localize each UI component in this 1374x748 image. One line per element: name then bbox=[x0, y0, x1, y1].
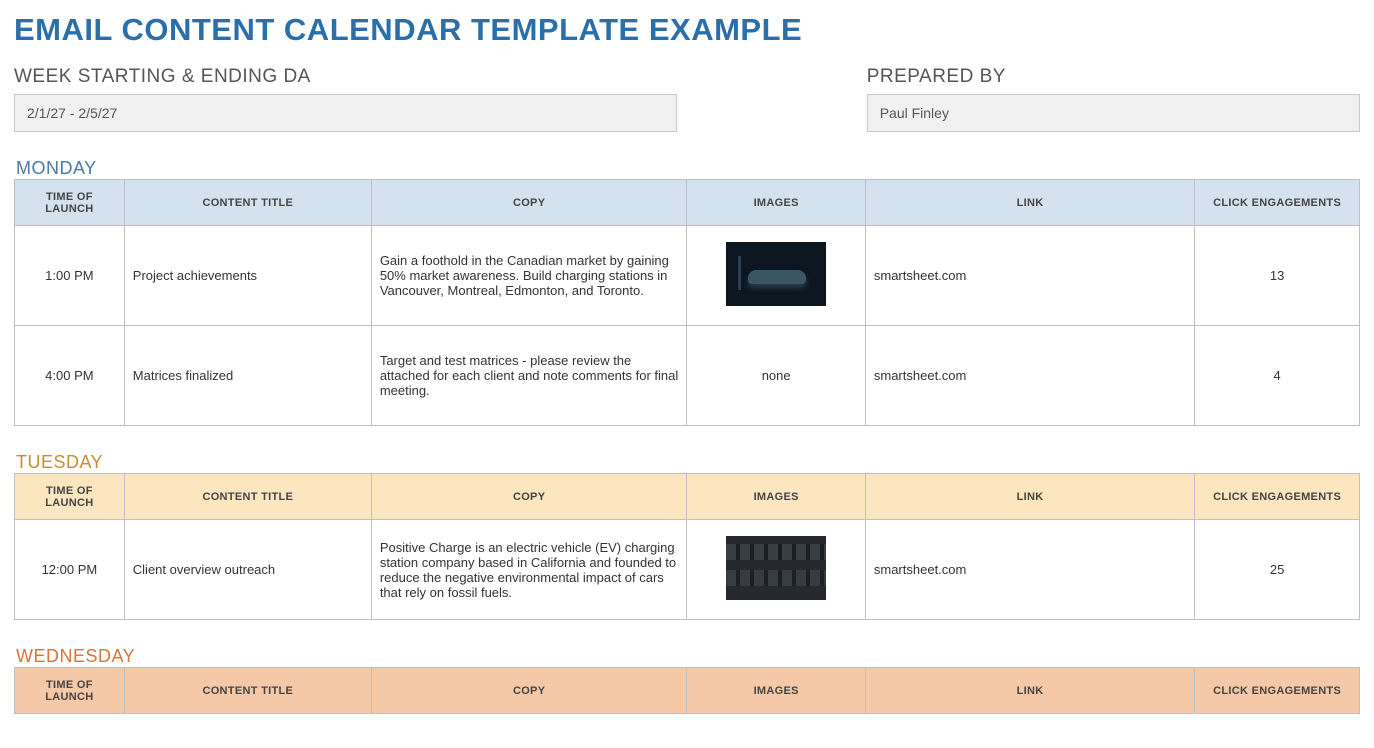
day-label-monday: MONDAY bbox=[14, 154, 1360, 179]
table-monday: TIME OF LAUNCHCONTENT TITLECOPYIMAGESLIN… bbox=[14, 179, 1360, 426]
cell-time: 1:00 PM bbox=[15, 226, 125, 326]
col-header-images: IMAGES bbox=[687, 474, 865, 520]
week-block: WEEK STARTING & ENDING DA bbox=[14, 66, 677, 132]
cell-title: Matrices finalized bbox=[124, 326, 371, 426]
cell-link[interactable]: smartsheet.com bbox=[865, 326, 1194, 426]
col-header-time: TIME OF LAUNCH bbox=[15, 474, 125, 520]
col-header-time: TIME OF LAUNCH bbox=[15, 180, 125, 226]
col-header-copy: COPY bbox=[371, 668, 687, 714]
day-tuesday: TUESDAYTIME OF LAUNCHCONTENT TITLECOPYIM… bbox=[14, 448, 1360, 620]
page-title: EMAIL CONTENT CALENDAR TEMPLATE EXAMPLE bbox=[14, 12, 1360, 48]
col-header-copy: COPY bbox=[371, 474, 687, 520]
col-header-title: CONTENT TITLE bbox=[124, 668, 371, 714]
week-label: WEEK STARTING & ENDING DA bbox=[14, 66, 364, 88]
cell-images bbox=[687, 226, 865, 326]
meta-row: WEEK STARTING & ENDING DA PREPARED BY bbox=[14, 66, 1360, 132]
cell-copy: Gain a foothold in the Canadian market b… bbox=[371, 226, 687, 326]
day-label-wednesday: WEDNESDAY bbox=[14, 642, 1360, 667]
prepared-block: PREPARED BY bbox=[867, 66, 1360, 132]
table-wednesday: TIME OF LAUNCHCONTENT TITLECOPYIMAGESLIN… bbox=[14, 667, 1360, 714]
day-wednesday: WEDNESDAYTIME OF LAUNCHCONTENT TITLECOPY… bbox=[14, 642, 1360, 714]
col-header-copy: COPY bbox=[371, 180, 687, 226]
cell-link[interactable]: smartsheet.com bbox=[865, 520, 1194, 620]
cell-clicks: 4 bbox=[1195, 326, 1360, 426]
day-monday: MONDAYTIME OF LAUNCHCONTENT TITLECOPYIMA… bbox=[14, 154, 1360, 426]
day-label-tuesday: TUESDAY bbox=[14, 448, 1360, 473]
col-header-link: LINK bbox=[865, 474, 1194, 520]
col-header-title: CONTENT TITLE bbox=[124, 474, 371, 520]
cell-time: 4:00 PM bbox=[15, 326, 125, 426]
col-header-clicks: CLICK ENGAGEMENTS bbox=[1195, 474, 1360, 520]
cell-images: none bbox=[687, 326, 865, 426]
cell-images bbox=[687, 520, 865, 620]
cell-title: Project achievements bbox=[124, 226, 371, 326]
cell-time: 12:00 PM bbox=[15, 520, 125, 620]
cell-copy: Positive Charge is an electric vehicle (… bbox=[371, 520, 687, 620]
traffic-thumbnail bbox=[726, 536, 826, 600]
col-header-clicks: CLICK ENGAGEMENTS bbox=[1195, 668, 1360, 714]
prepared-label: PREPARED BY bbox=[867, 66, 1360, 88]
col-header-title: CONTENT TITLE bbox=[124, 180, 371, 226]
cell-copy: Target and test matrices - please review… bbox=[371, 326, 687, 426]
cell-link[interactable]: smartsheet.com bbox=[865, 226, 1194, 326]
table-row: 12:00 PMClient overview outreachPositive… bbox=[15, 520, 1360, 620]
table-row: 1:00 PMProject achievementsGain a footho… bbox=[15, 226, 1360, 326]
cell-title: Client overview outreach bbox=[124, 520, 371, 620]
prepared-input[interactable] bbox=[867, 94, 1360, 132]
car-thumbnail bbox=[726, 242, 826, 306]
col-header-time: TIME OF LAUNCH bbox=[15, 668, 125, 714]
table-row: 4:00 PMMatrices finalizedTarget and test… bbox=[15, 326, 1360, 426]
table-tuesday: TIME OF LAUNCHCONTENT TITLECOPYIMAGESLIN… bbox=[14, 473, 1360, 620]
col-header-link: LINK bbox=[865, 668, 1194, 714]
col-header-link: LINK bbox=[865, 180, 1194, 226]
cell-clicks: 13 bbox=[1195, 226, 1360, 326]
col-header-images: IMAGES bbox=[687, 668, 865, 714]
col-header-images: IMAGES bbox=[687, 180, 865, 226]
cell-clicks: 25 bbox=[1195, 520, 1360, 620]
col-header-clicks: CLICK ENGAGEMENTS bbox=[1195, 180, 1360, 226]
week-input[interactable] bbox=[14, 94, 677, 132]
